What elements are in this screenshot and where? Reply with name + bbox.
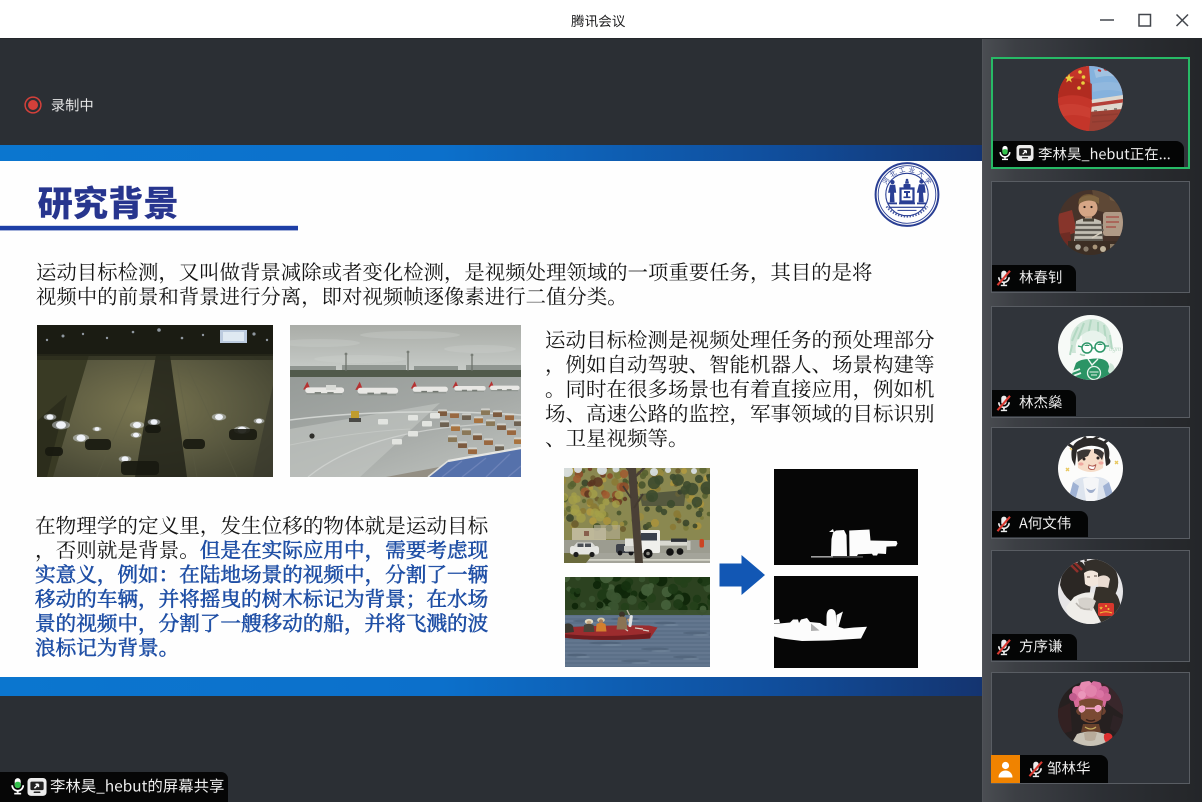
svg-text:bgm: bgm [1109, 345, 1121, 353]
